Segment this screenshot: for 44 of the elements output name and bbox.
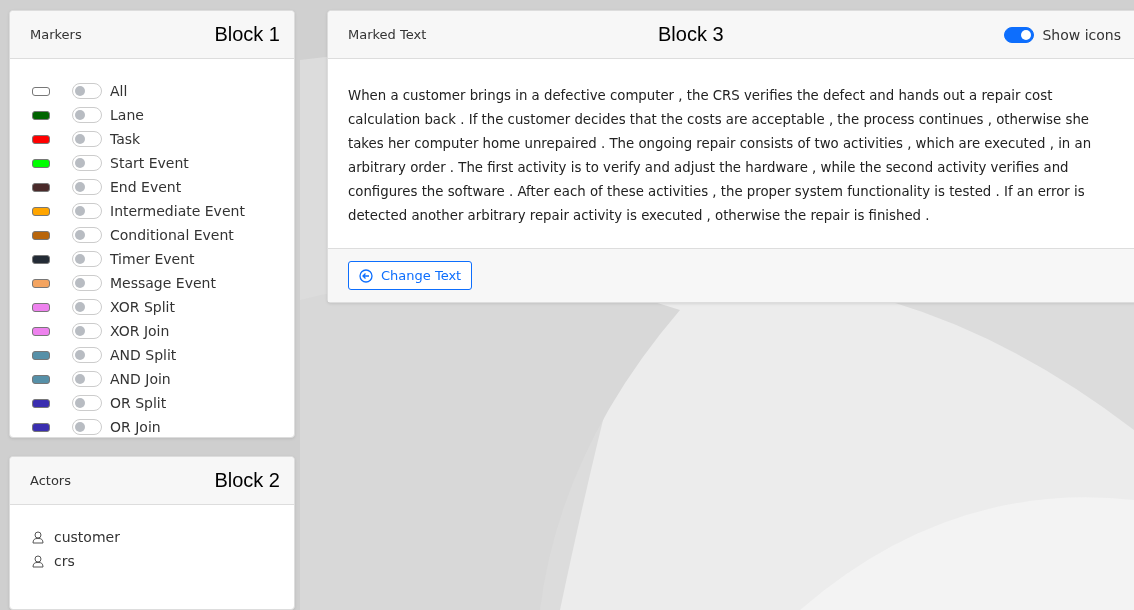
change-text-button[interactable]: Change Text bbox=[348, 261, 473, 290]
panel-title: Markers bbox=[30, 27, 82, 42]
marker-label: End Event bbox=[110, 179, 182, 195]
marker-label: AND Split bbox=[110, 347, 177, 363]
block-label: Block 1 bbox=[214, 23, 280, 46]
block-label: Block 3 bbox=[658, 23, 724, 46]
marker-label: Conditional Event bbox=[110, 227, 234, 243]
user-icon bbox=[32, 530, 44, 544]
marker-label: Timer Event bbox=[110, 251, 195, 267]
toggle-switch[interactable] bbox=[72, 131, 102, 147]
marker-label: Intermediate Event bbox=[110, 203, 245, 219]
marker-label: XOR Join bbox=[110, 323, 170, 339]
toggle-switch[interactable] bbox=[72, 419, 102, 435]
toggle-switch[interactable] bbox=[72, 275, 102, 291]
actor-name: crs bbox=[54, 553, 75, 570]
marker-label: Task bbox=[110, 131, 141, 147]
toggle-switch[interactable] bbox=[72, 83, 102, 99]
marker-label: Message Event bbox=[110, 275, 216, 291]
marker-label: All bbox=[110, 83, 128, 99]
toggle-label: Show icons bbox=[1042, 26, 1121, 43]
toggle-switch[interactable] bbox=[72, 347, 102, 363]
marker-label: XOR Split bbox=[110, 299, 175, 315]
marker-label: AND Join bbox=[110, 371, 171, 387]
marker-label: Lane bbox=[110, 107, 144, 123]
toggle-switch[interactable] bbox=[72, 107, 102, 123]
marker-label: OR Split bbox=[110, 395, 167, 411]
marker-label: Start Event bbox=[110, 155, 189, 171]
toggle-switch[interactable] bbox=[72, 323, 102, 339]
marked-paragraph: When a customer brings in a defective computer , the CRS verifies the defect and hands out a repair cost calculation back . If the customer decides that the costs are acceptable , the process continues , otherwise she takes her computer home unrepaired . The ongoing repair consists of two activities , which are executed , in an arbitrary order . The first activity is to verify and adjust the hardware , while the second activity verifies and configures the software . After each of these activities , the proper system functionality is tested . If an error is detected another arbitrary repair activity is executed , otherwise the repair is finished . bbox=[347, 87, 1093, 225]
actor-name: customer bbox=[54, 529, 120, 546]
toggle-switch[interactable] bbox=[72, 299, 102, 315]
toggle-switch[interactable] bbox=[72, 371, 102, 387]
block-label: Block 2 bbox=[214, 469, 280, 493]
marker-label: OR Join bbox=[110, 419, 161, 435]
toggle-switch[interactable] bbox=[72, 227, 102, 243]
panel-title: Actors bbox=[30, 473, 71, 489]
toggle-switch[interactable] bbox=[72, 155, 102, 171]
toggle-switch[interactable] bbox=[72, 203, 102, 219]
toggle-switch[interactable] bbox=[72, 395, 102, 411]
toggle-switch[interactable] bbox=[1004, 26, 1035, 43]
toggle-switch[interactable] bbox=[72, 251, 102, 267]
panel-title: Marked Text bbox=[348, 27, 427, 42]
user-icon bbox=[32, 554, 44, 568]
toggle-switch[interactable] bbox=[72, 179, 102, 195]
